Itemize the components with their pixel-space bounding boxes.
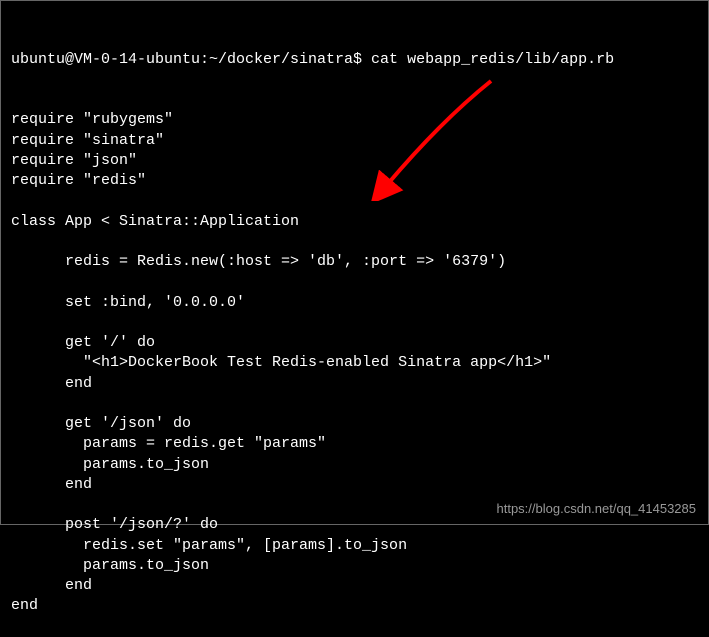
- code-line: [11, 272, 698, 292]
- code-block: require "rubygems"require "sinatra"requi…: [11, 110, 698, 616]
- code-line: [11, 394, 698, 414]
- code-line: [11, 232, 698, 252]
- code-line: end: [11, 596, 698, 616]
- code-line: post '/json/?' do: [11, 515, 698, 535]
- code-line: [11, 191, 698, 211]
- code-line: redis.set "params", [params].to_json: [11, 536, 698, 556]
- shell-prompt-line: ubuntu@VM-0-14-ubuntu:~/docker/sinatra$ …: [11, 50, 698, 70]
- code-line: set :bind, '0.0.0.0': [11, 293, 698, 313]
- watermark-text: https://blog.csdn.net/qq_41453285: [497, 500, 697, 518]
- code-line: get '/json' do: [11, 414, 698, 434]
- code-line: params.to_json: [11, 556, 698, 576]
- code-line: [11, 313, 698, 333]
- code-line: class App < Sinatra::Application: [11, 212, 698, 232]
- code-line: end: [11, 576, 698, 596]
- code-line: "<h1>DockerBook Test Redis-enabled Sinat…: [11, 353, 698, 373]
- code-line: redis = Redis.new(:host => 'db', :port =…: [11, 252, 698, 272]
- code-line: get '/' do: [11, 333, 698, 353]
- code-line: require "rubygems": [11, 110, 698, 130]
- code-line: require "sinatra": [11, 131, 698, 151]
- code-line: require "json": [11, 151, 698, 171]
- code-line: end: [11, 475, 698, 495]
- code-line: params = redis.get "params": [11, 434, 698, 454]
- code-line: params.to_json: [11, 455, 698, 475]
- terminal-output: ubuntu@VM-0-14-ubuntu:~/docker/sinatra$ …: [11, 9, 698, 637]
- code-line: require "redis": [11, 171, 698, 191]
- code-line: end: [11, 374, 698, 394]
